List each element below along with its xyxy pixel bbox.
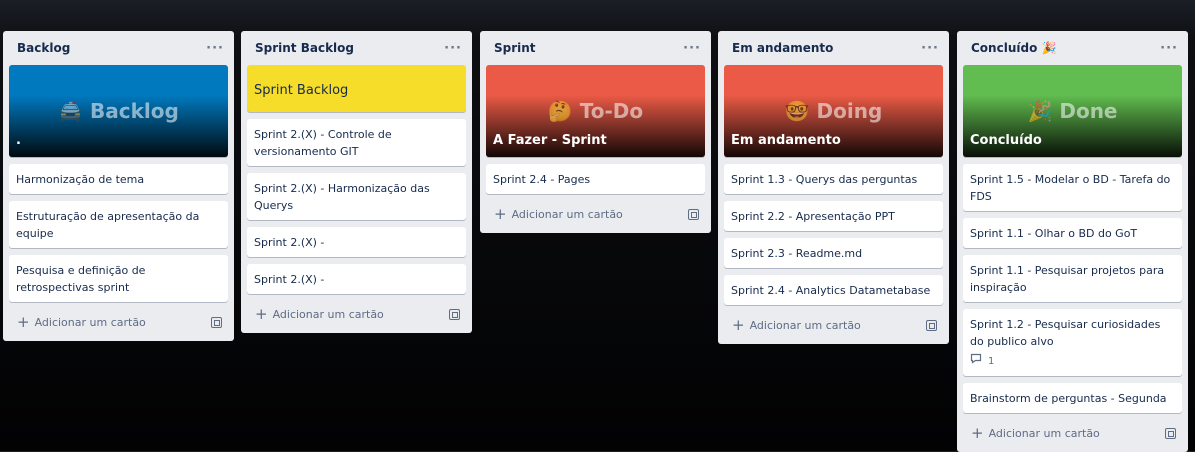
cover-card-title: Em andamento <box>731 133 841 148</box>
card[interactable]: Sprint 2.(X) - Controle de versionamento… <box>247 119 466 166</box>
card[interactable]: Sprint 2.(X) - Harmonização das Querys <box>247 173 466 220</box>
cover-card[interactable]: 🎉 Done Concluído <box>963 65 1182 157</box>
add-card-button[interactable]: + Adicionar um cartão <box>732 315 861 334</box>
card[interactable]: Sprint 1.5 - Modelar o BD - Tarefa do FD… <box>963 164 1182 211</box>
list-header[interactable]: Sprint Backlog ··· <box>247 31 466 65</box>
card[interactable]: Sprint 2.3 - Readme.md <box>724 238 943 268</box>
more-options-icon[interactable]: ··· <box>683 41 701 56</box>
add-card-label: Adicionar um cartão <box>511 207 623 221</box>
more-options-icon[interactable]: ··· <box>1160 41 1178 56</box>
list-concluido: Concluído 🎉 ··· 🎉 Done Concluído Sprint … <box>957 31 1188 452</box>
add-card-label: Adicionar um cartão <box>34 315 146 329</box>
card[interactable]: Brainstorm de perguntas - Segunda <box>963 383 1182 413</box>
list-title[interactable]: Backlog <box>17 41 70 55</box>
card[interactable]: Estruturação de apresentação da equipe <box>9 201 228 248</box>
board: Backlog ··· 🚔 Backlog . Harmonização de … <box>0 31 1195 452</box>
more-options-icon[interactable]: ··· <box>921 41 939 56</box>
add-card-button[interactable]: + Adicionar um cartão <box>494 204 623 223</box>
list-header[interactable]: Em andamento ··· <box>724 31 943 65</box>
add-card-button[interactable]: + Adicionar um cartão <box>255 304 384 323</box>
list-em-andamento: Em andamento ··· 🤓 Doing Em andamento Sp… <box>718 31 949 344</box>
card-template-icon[interactable] <box>926 319 937 331</box>
add-card-label: Adicionar um cartão <box>749 318 861 332</box>
list-title[interactable]: Sprint Backlog <box>255 41 354 55</box>
cover-card[interactable]: Sprint Backlog <box>247 65 466 112</box>
cover-card-title: A Fazer - Sprint <box>493 133 607 148</box>
comment-count: 1 <box>988 356 995 367</box>
add-card-button[interactable]: + Adicionar um cartão <box>971 423 1100 442</box>
cover-card[interactable]: 🤓 Doing Em andamento <box>724 65 943 157</box>
card[interactable]: Sprint 2.4 - Analytics Datametabase <box>724 275 943 305</box>
card[interactable]: Sprint 1.2 - Pesquisar curiosidades do p… <box>963 309 1182 376</box>
card-template-icon[interactable] <box>211 316 222 328</box>
cover-card[interactable]: 🤔 To-Do A Fazer - Sprint <box>486 65 705 157</box>
list-footer: + Adicionar um cartão <box>963 420 1182 446</box>
list-footer: + Adicionar um cartão <box>9 309 228 335</box>
card[interactable]: Sprint 1.1 - Olhar o BD do GoT <box>963 218 1182 248</box>
list-sprint-backlog: Sprint Backlog ··· Sprint Backlog Sprint… <box>241 31 472 333</box>
card-template-icon[interactable] <box>688 208 699 220</box>
card[interactable]: Sprint 1.1 - Pesquisar projetos para ins… <box>963 255 1182 302</box>
cover-image-text: 🤓 Doing <box>784 99 883 123</box>
card-title: Sprint 1.2 - Pesquisar curiosidades do p… <box>970 318 1161 348</box>
cover-image-text: 🤔 To-Do <box>547 99 644 123</box>
add-card-label: Adicionar um cartão <box>272 307 384 321</box>
comment-icon <box>970 353 982 370</box>
plus-icon: + <box>255 304 268 323</box>
list-backlog: Backlog ··· 🚔 Backlog . Harmonização de … <box>3 31 234 341</box>
cover-card[interactable]: 🚔 Backlog . <box>9 65 228 157</box>
cover-image-text: 🎉 Done <box>1027 99 1118 123</box>
card[interactable]: Sprint 2.4 - Pages <box>486 164 705 194</box>
list-footer: + Adicionar um cartão <box>724 312 943 338</box>
list-title[interactable]: Concluído 🎉 <box>971 41 1056 55</box>
list-header[interactable]: Backlog ··· <box>9 31 228 65</box>
plus-icon: + <box>732 315 745 334</box>
add-card-label: Adicionar um cartão <box>988 426 1100 440</box>
list-sprint: Sprint ··· 🤔 To-Do A Fazer - Sprint Spri… <box>480 31 711 233</box>
list-header[interactable]: Concluído 🎉 ··· <box>963 31 1182 65</box>
plus-icon: + <box>17 312 30 331</box>
cover-card-title: Sprint Backlog <box>254 83 349 98</box>
list-footer: + Adicionar um cartão <box>486 201 705 227</box>
cover-image-text: 🚔 Backlog <box>58 99 179 123</box>
comment-badge: 1 <box>970 353 1175 370</box>
cover-card-title: . <box>16 133 21 148</box>
card-template-icon[interactable] <box>449 308 460 320</box>
card[interactable]: Sprint 2.2 - Apresentação PPT <box>724 201 943 231</box>
card[interactable]: Sprint 1.3 - Querys das perguntas <box>724 164 943 194</box>
card-template-icon[interactable] <box>1165 427 1176 439</box>
card[interactable]: Sprint 2.(X) - <box>247 264 466 294</box>
card[interactable]: Harmonização de tema <box>9 164 228 194</box>
more-options-icon[interactable]: ··· <box>444 41 462 56</box>
card[interactable]: Pesquisa e definição de retrospectivas s… <box>9 255 228 302</box>
list-title[interactable]: Em andamento <box>732 41 833 55</box>
cover-card-title: Concluído <box>970 133 1042 148</box>
list-footer: + Adicionar um cartão <box>247 301 466 327</box>
list-title[interactable]: Sprint <box>494 41 536 55</box>
more-options-icon[interactable]: ··· <box>206 41 224 56</box>
add-card-button[interactable]: + Adicionar um cartão <box>17 312 146 331</box>
card[interactable]: Sprint 2.(X) - <box>247 227 466 257</box>
list-header[interactable]: Sprint ··· <box>486 31 705 65</box>
plus-icon: + <box>971 423 984 442</box>
plus-icon: + <box>494 204 507 223</box>
